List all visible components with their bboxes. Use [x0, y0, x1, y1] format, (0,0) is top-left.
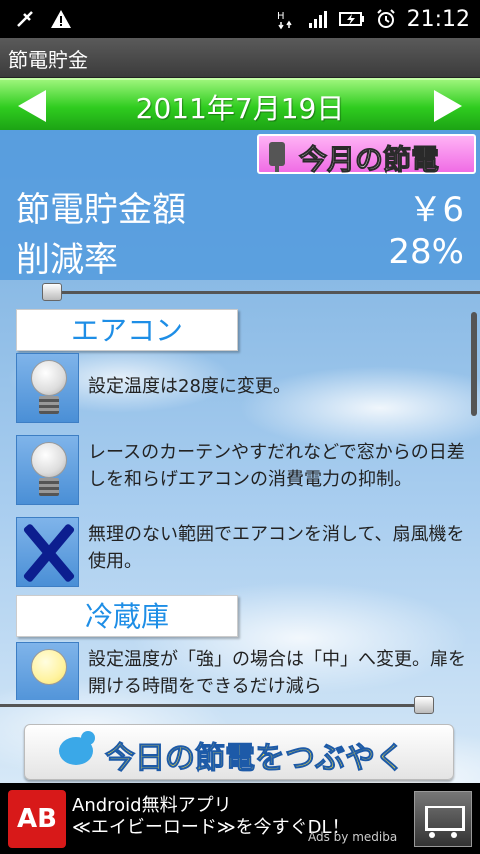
upper-plug-icon [42, 283, 62, 301]
tip-text: 設定温度は28度に変更。 [88, 376, 291, 397]
signal-icon [308, 11, 327, 28]
list-item[interactable]: 設定温度が「強」の場合は「中」へ変更。扉を開ける時間をできるだけ減ら [16, 642, 466, 700]
usb-debug-icon [17, 11, 33, 27]
bulb-lit-icon [16, 642, 79, 700]
savings-row: 節電貯金額 ￥6 [0, 180, 480, 230]
app-title-bar: 節電貯金 [0, 38, 480, 78]
tweet-button[interactable]: 今日の節電をつぶやく [24, 724, 454, 780]
reduction-row: 削減率 28% [0, 230, 480, 280]
list-item[interactable]: 無理のない範囲でエアコンを消して、扇風機を使用。 [16, 517, 466, 589]
bulb-off-icon [16, 353, 79, 423]
warning-icon [51, 10, 71, 28]
list-item[interactable]: 設定温度は28度に変更。 [16, 353, 466, 425]
lower-cable [0, 704, 415, 707]
bulb-off-icon [16, 435, 79, 505]
ad-attribution: Ads by mediba [308, 830, 398, 844]
tips-list[interactable]: エアコン 設定温度は28度に変更。 レースのカーテンやすだれなどで窓からの日差し… [0, 300, 480, 700]
hspa-icon: H [277, 11, 292, 30]
app-title: 節電貯金 [8, 48, 88, 72]
savings-label: 節電貯金額 [16, 190, 186, 230]
list-item[interactable]: レースのカーテンやすだれなどで窓からの日差しを和らげエアコンの消費電力の抑制。 [16, 435, 466, 507]
tweet-button-label: 今日の節電をつぶやく [105, 741, 406, 777]
status-time: 21:12 [406, 6, 470, 32]
upper-cable [62, 291, 480, 294]
reduction-label: 削減率 [16, 240, 118, 280]
date-bar: 2011年7月19日 [0, 78, 480, 130]
tip-text: 無理のない範囲でエアコンを消して、扇風機を使用。 [88, 524, 465, 572]
twitter-bird-icon [59, 731, 95, 765]
status-bar: H 21:12 [0, 0, 480, 38]
tip-text: レースのカーテンやすだれなどで窓からの日差しを和らげエアコンの消費電力の抑制。 [88, 442, 465, 490]
svg-text:H: H [277, 11, 285, 22]
current-date: 2011年7月19日 [135, 92, 345, 125]
ad-banner[interactable]: AB Android無料アプリ ≪エイビーロード≫を今すぐDL！ Ads by … [0, 783, 480, 854]
lower-plug-icon [414, 696, 434, 714]
this-month-label: 今月の節電 [298, 143, 440, 177]
section-header-aircon: エアコン [16, 309, 238, 351]
section-header-fridge: 冷蔵庫 [16, 595, 238, 637]
shopping-cart-icon[interactable] [414, 791, 472, 847]
ad-logo: AB [8, 790, 66, 848]
tip-text: 設定温度が「強」の場合は「中」へ変更。扉を開ける時間をできるだけ減ら [88, 649, 466, 697]
plug-icon [269, 142, 285, 172]
list-scrollbar[interactable] [471, 312, 477, 416]
savings-value: ￥6 [408, 190, 464, 230]
alarm-icon [376, 9, 395, 28]
battery-charging-icon [338, 12, 364, 26]
cross-mark-icon [16, 517, 79, 587]
next-day-arrow-icon[interactable] [434, 90, 462, 122]
this-month-button[interactable]: 今月の節電 [257, 134, 476, 177]
reduction-value: 28% [388, 232, 464, 272]
